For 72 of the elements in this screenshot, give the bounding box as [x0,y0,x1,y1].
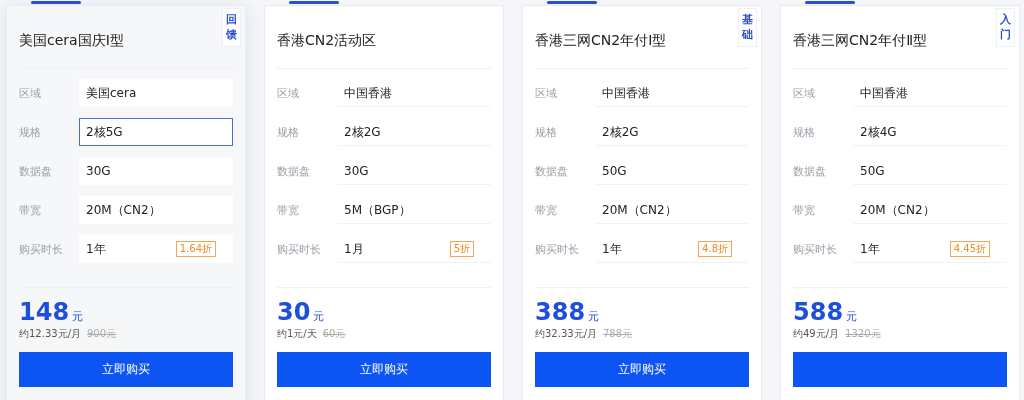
spec-label: 数据盘 [277,163,311,179]
spec-field[interactable]: 中国香港 [595,79,749,107]
spec-label: 购买时长 [793,241,838,257]
original-price: 1320元 [845,327,881,341]
spec-field[interactable]: 5M（BGP） [337,196,491,224]
spec-label: 带宽 [277,202,300,218]
spec-label: 数据盘 [535,163,569,179]
price-unit: 元 [588,309,600,324]
unit-price: 约32.33元/月 [535,327,597,341]
category-tab[interactable]: 入门 [996,8,1015,47]
spec-label: 购买时长 [19,241,64,257]
spec-field[interactable]: 2核5G [79,118,233,146]
spec-field[interactable]: 30G [337,157,491,185]
card-accent-bar [805,1,855,4]
spec-field[interactable]: 1年 1.64折 [79,235,233,263]
buy-button[interactable] [793,352,1007,387]
spec-field[interactable]: 50G [853,157,1007,185]
spec-label: 带宽 [535,202,558,218]
spec-label: 规格 [793,124,816,140]
spec-field[interactable]: 美国cera [79,79,233,107]
spec-label: 区域 [19,85,42,101]
spec-label: 区域 [535,85,558,101]
spec-field[interactable]: 20M（CN2） [595,196,749,224]
spec-label: 规格 [19,124,42,140]
spec-field[interactable]: 20M（CN2） [853,196,1007,224]
spec-label: 规格 [535,124,558,140]
price: 30 [277,298,311,326]
discount-badge: 1.64折 [175,241,216,257]
card-accent-bar [289,1,339,4]
spec-label: 区域 [793,85,816,101]
price-unit: 元 [313,309,325,324]
buy-button[interactable]: 立即购买 [277,352,491,387]
buy-button[interactable]: 立即购买 [535,352,749,387]
spec-field[interactable]: 2核2G [595,118,749,146]
discount-badge: 4.45折 [949,241,990,257]
spec-label: 区域 [277,85,300,101]
price-unit: 元 [72,309,84,324]
spec-field[interactable]: 2核4G [853,118,1007,146]
spec-field[interactable]: 中国香港 [337,79,491,107]
card-accent-bar [547,1,597,4]
original-price: 788元 [603,327,633,341]
price: 588 [793,298,844,326]
original-price: 60元 [322,327,346,341]
category-tab[interactable]: 回馈 [222,8,241,47]
spec-label: 带宽 [19,202,42,218]
spec-field[interactable]: 2核2G [337,118,491,146]
price: 388 [535,298,586,326]
plan-title: 香港CN2活动区 [277,6,491,69]
spec-label: 数据盘 [19,163,53,179]
buy-button[interactable]: 立即购买 [19,352,233,387]
spec-label: 带宽 [793,202,816,218]
unit-price: 约12.33元/月 [19,327,81,341]
unit-price: 约49元/月 [793,327,840,341]
price: 148 [19,298,70,326]
spec-label: 购买时长 [277,241,322,257]
spec-field[interactable]: 中国香港 [853,79,1007,107]
card-accent-bar [31,1,81,4]
discount-badge: 4.8折 [698,241,732,257]
spec-field[interactable]: 30G [79,157,233,185]
spec-label: 数据盘 [793,163,827,179]
category-tab[interactable]: 基础 [738,8,757,47]
spec-label: 购买时长 [535,241,580,257]
spec-label: 规格 [277,124,300,140]
spec-field[interactable]: 1年 4.45折 [853,235,1007,263]
spec-field[interactable]: 20M（CN2） [79,196,233,224]
unit-price: 约1元/天 [277,327,317,341]
spec-field[interactable]: 1年 4.8折 [595,235,749,263]
price-unit: 元 [846,309,858,324]
original-price: 900元 [87,327,117,341]
spec-field[interactable]: 1月 5折 [337,235,491,263]
discount-badge: 5折 [449,241,474,257]
spec-field[interactable]: 50G [595,157,749,185]
